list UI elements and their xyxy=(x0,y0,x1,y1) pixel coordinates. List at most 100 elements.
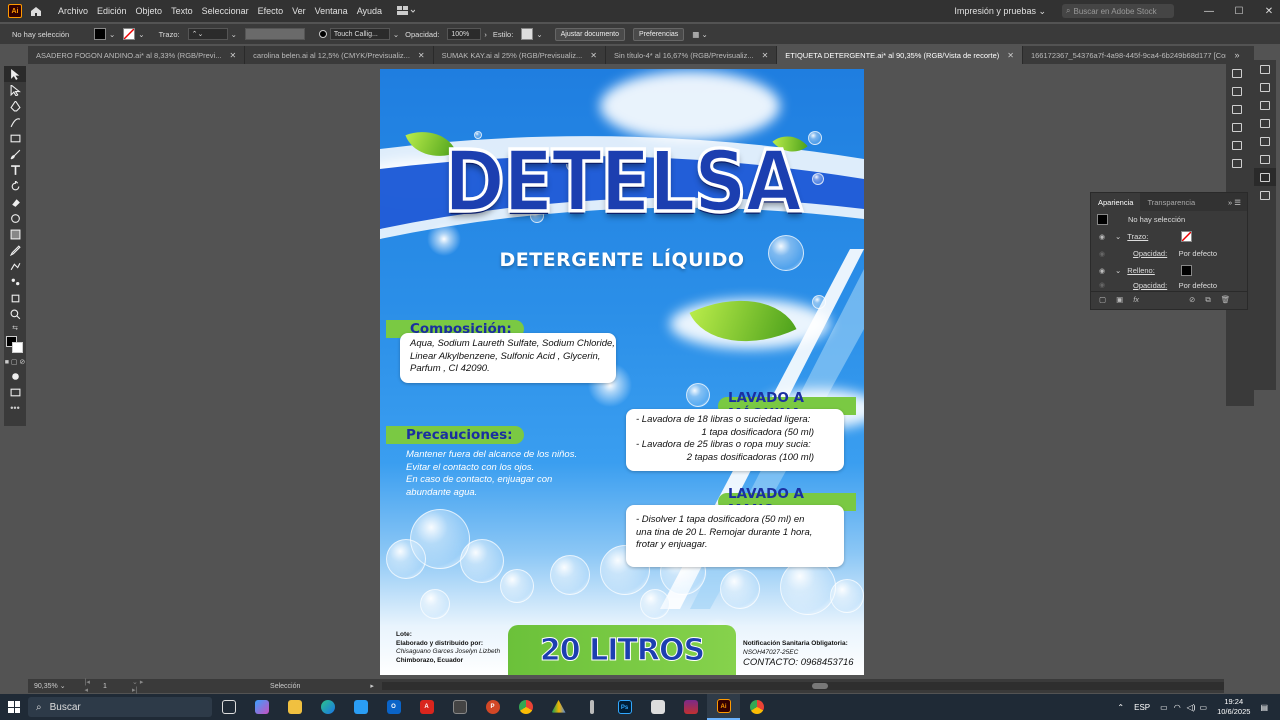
pathfinder-panel-icon[interactable] xyxy=(1226,118,1248,136)
artboard-label-design[interactable]: DETELSA DETERGENTE LÍQUIDO Composición: … xyxy=(380,69,864,675)
stroke-swatch[interactable]: ⌄ xyxy=(123,28,145,40)
workspace-switcher[interactable]: Impresión y pruebas ⌄ xyxy=(954,6,1046,17)
pen-tool-icon[interactable] xyxy=(4,98,26,114)
pen-app-icon[interactable] xyxy=(575,694,608,720)
artboard-number[interactable]: 1 xyxy=(103,683,132,690)
status-mode[interactable]: Selección xyxy=(270,683,300,690)
appearance-panel-icon[interactable] xyxy=(1254,168,1276,186)
menu-edicion[interactable]: Edición xyxy=(97,6,127,16)
powerpoint-icon[interactable]: P xyxy=(476,694,509,720)
curvature-tool-icon[interactable] xyxy=(4,114,26,130)
eraser-tool-icon[interactable] xyxy=(4,194,26,210)
arrange-icon[interactable]: ▦ ⌄ xyxy=(692,30,707,39)
preferences-button[interactable]: Preferencias xyxy=(632,27,685,41)
close-window-button[interactable]: ✕ xyxy=(1258,6,1280,17)
artboard-tool-icon[interactable] xyxy=(4,290,26,306)
tab-asadero[interactable]: ASADERO FOGON ANDINO.ai* al 8,33% (RGB/P… xyxy=(28,46,246,64)
artboard-nav-first[interactable]: |◂ ◂ xyxy=(85,678,95,694)
menu-efecto[interactable]: Efecto xyxy=(258,6,284,16)
expand-chevron-icon[interactable]: ⌄ xyxy=(1115,266,1121,275)
menu-seleccionar[interactable]: Seleccionar xyxy=(202,6,249,16)
panel-menu-icon[interactable]: » ☰ xyxy=(1228,198,1241,207)
fill-stroke-indicator[interactable] xyxy=(4,334,26,356)
home-icon[interactable] xyxy=(28,3,44,19)
stroke-row[interactable]: ◉ ⌄ Trazo: xyxy=(1091,228,1247,245)
chrome-profile-icon[interactable] xyxy=(740,694,773,720)
zoom-level[interactable]: 90,35% ⌄ xyxy=(34,682,79,690)
store-icon[interactable] xyxy=(344,694,377,720)
puppet-warp-tool-icon[interactable] xyxy=(4,258,26,274)
task-view-icon[interactable] xyxy=(212,694,245,720)
fill-swatch-panel[interactable] xyxy=(1181,265,1192,276)
add-fill-icon[interactable]: ▣ xyxy=(1116,295,1123,304)
battery-icon[interactable]: ▭ xyxy=(1200,703,1208,712)
status-arrow-icon[interactable]: ▸ xyxy=(370,682,374,690)
taskbar-search[interactable]: ⌕ Buscar xyxy=(28,697,212,717)
color-mode-icon[interactable]: ■ ▢ ⊘ xyxy=(4,356,26,368)
opacity-field[interactable]: 100% › xyxy=(447,28,487,40)
tab-sumak[interactable]: SUMAK KAY.ai al 25% (RGB/Previsualiz... ✕ xyxy=(434,46,606,64)
drive-icon[interactable] xyxy=(542,694,575,720)
menu-ayuda[interactable]: Ayuda xyxy=(357,6,382,16)
horizontal-scrollbar[interactable] xyxy=(381,682,1224,690)
expand-chevron-icon[interactable]: ⌄ xyxy=(1115,232,1121,241)
document-app-icon[interactable] xyxy=(641,694,674,720)
close-tab-icon[interactable]: ✕ xyxy=(762,51,769,60)
stroke-weight-field[interactable]: ⌃⌄ ⌄ xyxy=(187,28,237,40)
add-stroke-icon[interactable]: ▢ xyxy=(1099,295,1106,304)
more-tools-icon[interactable]: ••• xyxy=(4,400,26,416)
menu-ver[interactable]: Ver xyxy=(292,6,306,16)
image-trace-icon[interactable] xyxy=(1254,150,1276,168)
graphic-styles-icon[interactable] xyxy=(1254,186,1276,204)
tab-transparencia[interactable]: Transparencia xyxy=(1140,193,1202,211)
wifi-icon[interactable]: ◠ xyxy=(1174,703,1181,712)
stroke-none-swatch[interactable] xyxy=(1181,231,1192,242)
screen-mode-icon[interactable] xyxy=(4,384,26,400)
tab-sin-titulo[interactable]: Sin título-4* al 16,67% (RGB/Previsualiz… xyxy=(606,46,778,64)
duplicate-icon[interactable]: ⧉ xyxy=(1205,295,1210,305)
network-icon[interactable]: ▭ xyxy=(1160,703,1168,712)
gradient-panel-icon[interactable] xyxy=(1254,114,1276,132)
selection-tool-icon[interactable] xyxy=(4,66,26,82)
fill-opacity-row[interactable]: ◉ Opacidad: Por defecto xyxy=(1091,279,1247,291)
variable-width-field[interactable] xyxy=(244,28,305,40)
color-panel-icon[interactable] xyxy=(1254,60,1276,78)
outlook-icon[interactable]: O xyxy=(377,694,410,720)
draw-mode-icon[interactable] xyxy=(4,368,26,384)
menu-ventana[interactable]: Ventana xyxy=(315,6,348,16)
brush-definition[interactable]: Touch Callig... ⌄ xyxy=(318,28,399,40)
transform-panel-icon[interactable] xyxy=(1226,100,1248,118)
symbol-sprayer-tool-icon[interactable] xyxy=(4,274,26,290)
copilot-icon[interactable] xyxy=(245,694,278,720)
volume-icon[interactable]: ◁) xyxy=(1187,703,1196,712)
visibility-eye-icon[interactable]: ◉ xyxy=(1099,233,1109,241)
file-explorer-icon[interactable] xyxy=(278,694,311,720)
swap-colors-icon[interactable]: ⇆ xyxy=(4,322,26,334)
tab-image-file[interactable]: 166172367_54376a7f-4a98-445f-9ca4-6b249b… xyxy=(1023,46,1226,64)
transparency-panel-icon[interactable] xyxy=(1254,132,1276,150)
links-panel-icon[interactable] xyxy=(1226,154,1248,172)
illustrator-taskbar-icon[interactable]: Ai xyxy=(707,694,740,720)
clock[interactable]: 19:24 10/6/2025 xyxy=(1217,697,1250,717)
edge-icon[interactable] xyxy=(311,694,344,720)
color-guide-icon[interactable] xyxy=(1254,78,1276,96)
start-button[interactable] xyxy=(0,694,28,720)
align-panel-icon[interactable] xyxy=(1226,82,1248,100)
artboard-nav-next[interactable]: ⌄ ▸ ▸| xyxy=(132,678,150,694)
calculator-icon[interactable] xyxy=(443,694,476,720)
maximize-button[interactable]: ☐ xyxy=(1228,6,1250,17)
menu-texto[interactable]: Texto xyxy=(171,6,193,16)
tab-etiqueta-detergente[interactable]: ETIQUETA DETERGENTE.ai* al 90,35% (RGB/V… xyxy=(777,46,1023,64)
fill-swatch[interactable]: ⌄ xyxy=(94,28,115,40)
language-indicator[interactable]: ESP xyxy=(1134,703,1150,712)
visibility-eye-icon[interactable]: ◉ xyxy=(1099,281,1109,289)
trash-icon[interactable]: 🗑 xyxy=(1221,295,1231,304)
fill-row[interactable]: ◉ ⌄ Relleno: xyxy=(1091,262,1247,279)
zoom-tool-icon[interactable] xyxy=(4,306,26,322)
rectangle-tool-icon[interactable] xyxy=(4,130,26,146)
acrobat-icon[interactable]: A xyxy=(410,694,443,720)
style-swatch[interactable]: ⌄ xyxy=(521,28,543,40)
paintbrush-tool-icon[interactable] xyxy=(4,146,26,162)
fx-icon[interactable]: fx xyxy=(1133,295,1139,304)
close-tab-icon[interactable]: ✕ xyxy=(590,51,597,60)
